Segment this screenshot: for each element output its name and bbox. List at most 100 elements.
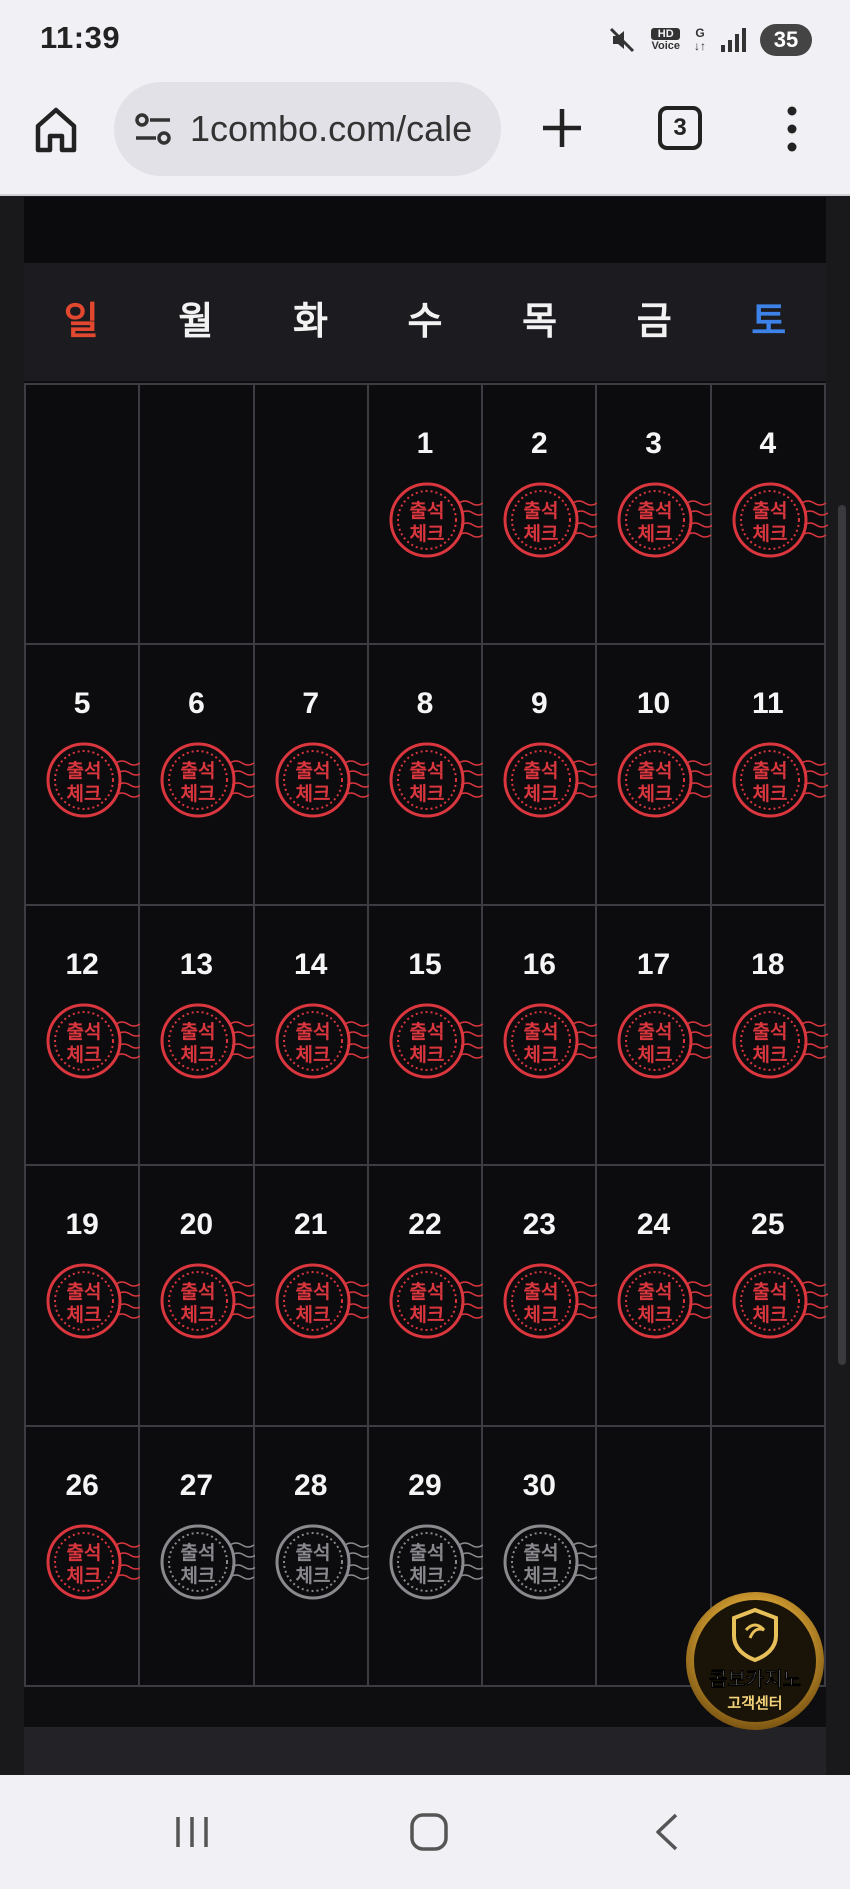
- attendance-stamp-checked-icon: 출석 체크: [389, 1260, 486, 1342]
- svg-text:출석: 출석: [752, 1281, 787, 1303]
- tab-switcher-button[interactable]: 3: [658, 106, 702, 150]
- browser-toolbar: 1combo.com/cale 3: [0, 80, 850, 196]
- calendar-day-4[interactable]: 4 출석 체크: [711, 385, 829, 646]
- attendance-stamp-unchecked-icon: 출석 체크: [275, 1521, 371, 1603]
- calendar-day-22[interactable]: 22 출석 체크: [368, 1166, 486, 1427]
- calendar-top-strip: [24, 197, 826, 263]
- calendar-day-28[interactable]: 28 출석 체크: [254, 1426, 371, 1687]
- mute-icon: [610, 27, 635, 53]
- calendar-day-17[interactable]: 17 출석 체크: [597, 905, 714, 1167]
- attendance-stamp-checked-icon: 출석 체크: [732, 479, 829, 561]
- svg-text:체크: 체크: [181, 1304, 216, 1326]
- svg-text:출석: 출석: [638, 760, 673, 782]
- calendar-day-5[interactable]: 5 출석 체크: [26, 645, 143, 906]
- calendar-day-15[interactable]: 15 출석 체크: [368, 905, 486, 1167]
- calendar-day-13[interactable]: 13 출석 체크: [140, 905, 257, 1167]
- svg-text:출석: 출석: [524, 1542, 559, 1564]
- attendance-stamp-checked-icon: 출석 체크: [275, 1000, 371, 1082]
- day-number: 16: [522, 947, 556, 981]
- url-text[interactable]: 1combo.com/cale: [190, 108, 490, 150]
- svg-text:체크: 체크: [638, 1044, 673, 1066]
- calendar-day-27[interactable]: 27 출석 체크: [140, 1426, 257, 1687]
- svg-text:체크: 체크: [524, 1044, 559, 1066]
- calendar-day-7[interactable]: 7 출석 체크: [254, 645, 371, 906]
- calendar-day-10[interactable]: 10 출석 체크: [597, 645, 714, 906]
- svg-text:체크: 체크: [524, 1565, 559, 1587]
- calendar-day-23[interactable]: 23 출석 체크: [483, 1166, 600, 1427]
- svg-text:출석: 출석: [67, 1542, 102, 1564]
- svg-text:체크: 체크: [409, 1565, 444, 1587]
- calendar-day-11[interactable]: 11 출석 체크: [711, 645, 829, 906]
- site-settings-icon[interactable]: [134, 112, 172, 146]
- calendar-day-26[interactable]: 26 출석 체크: [26, 1426, 143, 1687]
- calendar-day-19[interactable]: 19 출석 체크: [26, 1166, 143, 1427]
- svg-text:체크: 체크: [67, 783, 102, 805]
- calendar-day-25[interactable]: 25 출석 체크: [711, 1166, 829, 1427]
- svg-text:출석: 출석: [67, 1021, 102, 1043]
- svg-text:체크: 체크: [181, 1565, 216, 1587]
- svg-text:출석: 출석: [67, 760, 102, 782]
- attendance-stamp-checked-icon: 출석 체크: [46, 1260, 143, 1342]
- svg-text:체크: 체크: [524, 1304, 559, 1326]
- calendar-container: 일 월 화 수 목 금 토 1 출석 체크 2 출석 체크 3 출석 체크 4 출석 체크 …: [24, 197, 829, 1775]
- calendar-day-29[interactable]: 29 출석 체크: [368, 1426, 486, 1687]
- calendar-day-1[interactable]: 1 출석 체크: [368, 385, 486, 646]
- day-number: 20: [179, 1208, 214, 1242]
- day-number: 3: [645, 427, 662, 460]
- calendar-day-16[interactable]: 16 출석 체크: [483, 905, 600, 1167]
- calendar-grid: 1 출석 체크 2 출석 체크 3 출석 체크 4 출석 체크 5 출석 체크 …: [24, 383, 829, 1687]
- attendance-stamp-checked-icon: 출석 체크: [617, 739, 714, 821]
- svg-text:출석: 출석: [409, 1542, 444, 1564]
- svg-text:출석: 출석: [181, 1542, 216, 1564]
- svg-text:체크: 체크: [295, 783, 330, 805]
- calendar-day-9[interactable]: 9 출석 체크: [483, 645, 600, 906]
- nav-home-icon[interactable]: [408, 1811, 450, 1853]
- svg-text:출석: 출석: [295, 760, 330, 782]
- calendar-day-6[interactable]: 6 출석 체크: [140, 645, 257, 906]
- day-number: 9: [530, 687, 548, 721]
- calendar-day-14[interactable]: 14 출석 체크: [254, 905, 371, 1167]
- svg-text:체크: 체크: [67, 1304, 102, 1326]
- day-number: 14: [294, 947, 328, 981]
- weekday-label: 화: [292, 301, 328, 343]
- day-number: 27: [179, 1468, 214, 1502]
- calendar-day-20[interactable]: 20 출석 체크: [140, 1166, 257, 1427]
- calendar-day-24[interactable]: 24 출석 체크: [597, 1166, 714, 1427]
- calendar-day-8[interactable]: 8 출석 체크: [368, 645, 486, 906]
- svg-text:출석: 출석: [295, 1021, 330, 1043]
- attendance-stamp-checked-icon: 출석 체크: [160, 739, 257, 821]
- svg-text:체크: 체크: [638, 783, 673, 805]
- calendar-day-2[interactable]: 2 출석 체크: [483, 385, 600, 646]
- recent-apps-icon[interactable]: [172, 1813, 212, 1851]
- svg-text:체크: 체크: [409, 523, 444, 545]
- attendance-stamp-checked-icon: 출석 체크: [160, 1260, 257, 1342]
- calendar-empty-cell: [254, 385, 369, 646]
- day-number: 2: [530, 427, 548, 460]
- day-number: 19: [65, 1208, 99, 1242]
- calendar-day-30[interactable]: 30 출석 체크: [483, 1426, 600, 1687]
- scrollbar[interactable]: [838, 505, 846, 1365]
- new-tab-icon[interactable]: [540, 106, 584, 150]
- svg-text:체크: 체크: [409, 1304, 444, 1326]
- svg-text:체크: 체크: [409, 1044, 444, 1066]
- day-number: 24: [636, 1208, 671, 1242]
- day-number: 1: [416, 427, 434, 460]
- svg-text:출석: 출석: [409, 760, 444, 782]
- customer-center-badge[interactable]: 콤보카지노 고객센터: [684, 1590, 826, 1732]
- back-icon[interactable]: [652, 1811, 682, 1853]
- svg-text:체크: 체크: [409, 783, 444, 805]
- signal-icon: [721, 28, 746, 52]
- calendar-day-18[interactable]: 18 출석 체크: [711, 905, 829, 1167]
- svg-text:출석: 출석: [181, 760, 216, 782]
- day-number: 4: [759, 427, 777, 460]
- more-menu-icon[interactable]: [782, 104, 802, 154]
- svg-text:체크: 체크: [752, 523, 787, 545]
- calendar-day-21[interactable]: 21 출석 체크: [254, 1166, 371, 1427]
- calendar-day-12[interactable]: 12 출석 체크: [26, 905, 143, 1167]
- calendar-day-3[interactable]: 3 출석 체크: [597, 385, 714, 646]
- day-number: 12: [65, 947, 99, 981]
- svg-text:체크: 체크: [638, 523, 673, 545]
- address-bar[interactable]: 1combo.com/cale: [114, 82, 501, 176]
- badge-line2: 고객센터: [727, 1694, 782, 1712]
- home-icon[interactable]: [34, 104, 78, 156]
